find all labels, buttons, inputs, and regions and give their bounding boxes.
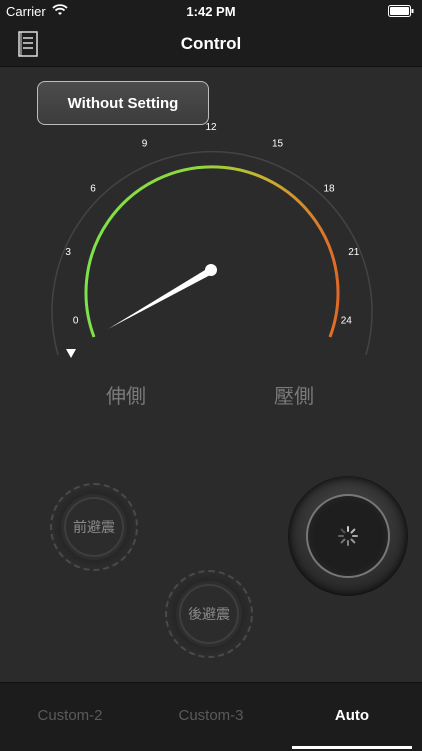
gauge-tick-15: 15 [272, 138, 284, 149]
gauge-tick-12: 12 [205, 122, 217, 133]
rebound-label: 伸側 [106, 386, 146, 408]
compression-label: 壓側 [274, 386, 314, 408]
page-title: Control [180, 34, 242, 53]
gauge-tick-21: 21 [348, 247, 360, 258]
tab-custom-3[interactable]: Custom-3 [141, 707, 281, 724]
active-tab-indicator [292, 746, 412, 749]
nav-bar: Control [0, 22, 422, 67]
rear-suspension-button[interactable]: 後避震 [165, 570, 253, 658]
tab-bar: Custom-2 Custom-3 Auto [0, 682, 422, 751]
rear-suspension-label: 後避震 [188, 606, 230, 622]
gauge-tick-3: 3 [65, 247, 71, 258]
gauge-tick-18: 18 [323, 183, 335, 194]
zero-marker-icon [66, 349, 76, 358]
front-suspension-label: 前避震 [73, 519, 115, 535]
tab-auto[interactable]: Auto [282, 707, 422, 724]
gauge-tick-0: 0 [73, 315, 79, 326]
battery-icon [388, 5, 414, 20]
gauge-tick-24: 24 [341, 315, 353, 326]
clock: 1:42 PM [186, 4, 236, 19]
control-knob[interactable] [288, 476, 408, 596]
front-suspension-button[interactable]: 前避震 [50, 483, 138, 571]
gauge-tick-6: 6 [90, 183, 96, 194]
status-bar: Carrier 1:42 PM [0, 0, 422, 22]
gauge-value-arc [84, 165, 340, 338]
preset-button[interactable]: Without Setting [37, 81, 209, 125]
gauge-tick-labels: 0 3 6 9 12 15 18 21 24 [65, 122, 359, 326]
gauge-needle [108, 267, 214, 329]
tab-custom-2[interactable]: Custom-2 [0, 707, 140, 724]
gauge-outer-track [51, 150, 373, 356]
gauge-tick-9: 9 [142, 138, 148, 149]
gauge-needle-hub [205, 264, 217, 276]
loading-spinner-icon [338, 526, 358, 546]
